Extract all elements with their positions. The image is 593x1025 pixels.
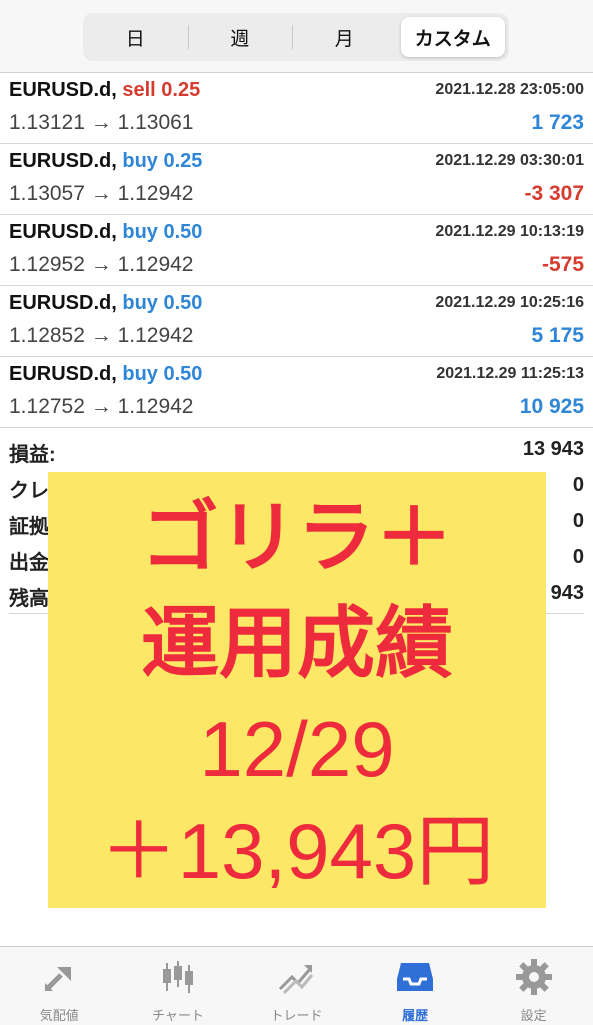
deal-profit: -3 307 [524,182,584,205]
tab-settings-label: 設定 [520,1008,547,1023]
tab-history[interactable]: 履歴 [356,947,475,1025]
gear-icon [515,959,552,995]
deal-symbol: EURUSD.d, [9,79,117,101]
banner-subtitle: 運用成績 [140,599,453,687]
deal-row[interactable]: EURUSD.d, buy 0.50 2021.12.29 10:13:19 1… [0,215,593,286]
deal-side: buy 0.50 [122,363,203,385]
deal-time: 2021.12.29 10:25:16 [435,294,584,311]
results-overlay-banner: ゴリラ＋ 運用成績 12/29 ＋13,943円 [48,472,546,908]
deal-profit: 1 723 [531,111,584,134]
deal-profit: 5 175 [531,324,584,347]
tab-day[interactable]: 日 [83,17,188,57]
tab-trade[interactable]: トレード [237,947,356,1025]
deals-list: EURUSD.d, sell 0.25 2021.12.28 23:05:00 … [0,73,593,428]
deal-prices: 1.12752 → 1.12942 [9,395,194,418]
summary-deposit-value: 0 [572,510,584,532]
deal-row[interactable]: EURUSD.d, buy 0.25 2021.12.29 03:30:01 1… [0,144,593,215]
candlestick-chart-icon [162,961,193,993]
deal-profit: 10 925 [519,395,584,418]
deal-symbol: EURUSD.d, [9,363,117,385]
tab-week[interactable]: 週 [187,17,293,57]
deal-symbol: EURUSD.d, [9,221,117,243]
history-inbox-icon [397,963,434,991]
deal-prices: 1.13121 → 1.13061 [9,111,194,134]
deal-row[interactable]: EURUSD.d, buy 0.50 2021.12.29 10:25:16 1… [0,286,593,357]
tab-chart[interactable]: チャート [119,947,238,1025]
tab-settings[interactable]: 設定 [474,947,593,1025]
tab-trade-label: トレード [270,1008,323,1023]
deal-time: 2021.12.29 10:13:19 [435,223,584,240]
deal-prices: 1.12952 → 1.12942 [9,253,194,276]
deal-side: buy 0.25 [122,150,203,172]
deal-symbol: EURUSD.d, [9,292,117,314]
deal-time: 2021.12.29 03:30:01 [435,152,584,169]
deal-row[interactable]: EURUSD.d, buy 0.50 2021.12.29 11:25:13 1… [0,357,593,428]
deal-symbol-side: EURUSD.d, buy 0.50 [9,363,202,386]
period-selector-bar: 日 週 月 カスタム [0,0,593,73]
summary-withdraw-value: 0 [572,546,584,568]
deal-symbol-side: EURUSD.d, buy 0.50 [9,221,202,244]
quotes-arrows-icon [45,967,72,991]
summary-balance-value: 943 [550,582,584,604]
banner-amount: ＋13,943円 [99,807,495,895]
banner-title: ゴリラ＋ [140,493,453,581]
tab-custom[interactable]: カスタム [400,17,505,57]
bottom-tab-bar: 気配値 チャート トレード 履歴 設定 [0,946,593,1025]
summary-deposit-label: 証拠 [9,516,49,538]
deal-symbol-side: EURUSD.d, sell 0.25 [9,79,200,102]
summary-credit-value: 0 [572,474,584,496]
banner-date: 12/29 [199,705,395,793]
deal-side: buy 0.50 [122,292,203,314]
tab-month[interactable]: 月 [292,17,397,57]
deal-prices: 1.13057 → 1.12942 [9,182,194,205]
tab-chart-label: チャート [151,1008,204,1023]
tab-quotes-label: 気配値 [39,1008,79,1023]
summary-profit-value: 13 943 [522,438,584,460]
deal-side: sell 0.25 [122,79,201,101]
tab-history-label: 履歴 [402,1008,429,1023]
deal-time: 2021.12.29 11:25:13 [436,365,584,382]
deal-symbol: EURUSD.d, [9,150,117,172]
summary-profit-row: 損益: 13 943 [0,430,593,466]
tab-quotes[interactable]: 気配値 [0,947,119,1025]
deal-symbol-side: EURUSD.d, buy 0.25 [9,150,202,173]
deal-time: 2021.12.28 23:05:00 [435,81,584,98]
summary-balance-label: 残高 [9,588,49,610]
summary-withdraw-label: 出金 [9,552,49,574]
summary-credit-label: クレ [9,480,49,502]
deal-side: buy 0.50 [122,221,203,243]
trade-trend-icon [279,965,314,995]
deal-row[interactable]: EURUSD.d, sell 0.25 2021.12.28 23:05:00 … [0,73,593,144]
deal-symbol-side: EURUSD.d, buy 0.50 [9,292,202,315]
period-segmented-control: 日 週 月 カスタム [83,13,509,61]
deal-profit: -575 [541,253,584,276]
summary-profit-label: 損益: [9,444,56,466]
deal-prices: 1.12852 → 1.12942 [9,324,194,347]
